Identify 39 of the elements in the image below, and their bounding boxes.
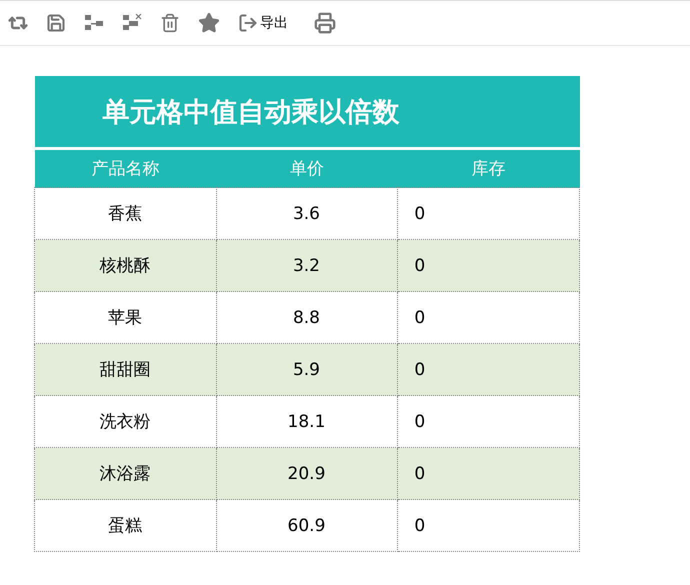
print-button[interactable] <box>314 12 336 34</box>
table-cell: 沐浴露 <box>34 448 216 500</box>
delete-button[interactable] <box>160 13 180 33</box>
table-cell: 香蕉 <box>34 188 216 240</box>
table-cell: 0 <box>398 240 580 292</box>
table-cell: 0 <box>398 188 580 240</box>
table-cell: 甜甜圈 <box>34 344 216 396</box>
table-cell: 苹果 <box>34 292 216 344</box>
table-cell: 3.6 <box>216 188 398 240</box>
tree-node-icon <box>84 14 104 32</box>
table-cell: 核桃酥 <box>34 240 216 292</box>
printer-icon <box>314 12 336 34</box>
save-button[interactable] <box>46 13 66 33</box>
star-icon <box>198 12 220 34</box>
add-node-button[interactable] <box>84 14 104 32</box>
favorite-button[interactable] <box>198 12 220 34</box>
table-cell: 8.8 <box>216 292 398 344</box>
table-cell: 0 <box>398 500 580 552</box>
table-cell: 20.9 <box>216 448 398 500</box>
column-header: 单价 <box>216 148 398 188</box>
table-cell: 5.9 <box>216 344 398 396</box>
save-icon <box>46 13 66 33</box>
table-cell: 0 <box>398 448 580 500</box>
table-title: 单元格中值自动乘以倍数 <box>34 76 580 148</box>
table-cell: 0 <box>398 396 580 448</box>
remove-node-button[interactable] <box>122 14 142 32</box>
trash-icon <box>160 13 180 33</box>
column-header: 产品名称 <box>34 148 216 188</box>
table-cell: 洗衣粉 <box>34 396 216 448</box>
export-icon <box>238 13 258 33</box>
table-cell: 18.1 <box>216 396 398 448</box>
table-cell: 0 <box>398 292 580 344</box>
table-cell: 蛋糕 <box>34 500 216 552</box>
remove-node-icon <box>122 14 142 32</box>
table-cell: 0 <box>398 344 580 396</box>
column-header: 库存 <box>398 148 580 188</box>
table-cell: 60.9 <box>216 500 398 552</box>
export-button[interactable]: 导出 <box>238 13 288 33</box>
table-cell: 3.2 <box>216 240 398 292</box>
